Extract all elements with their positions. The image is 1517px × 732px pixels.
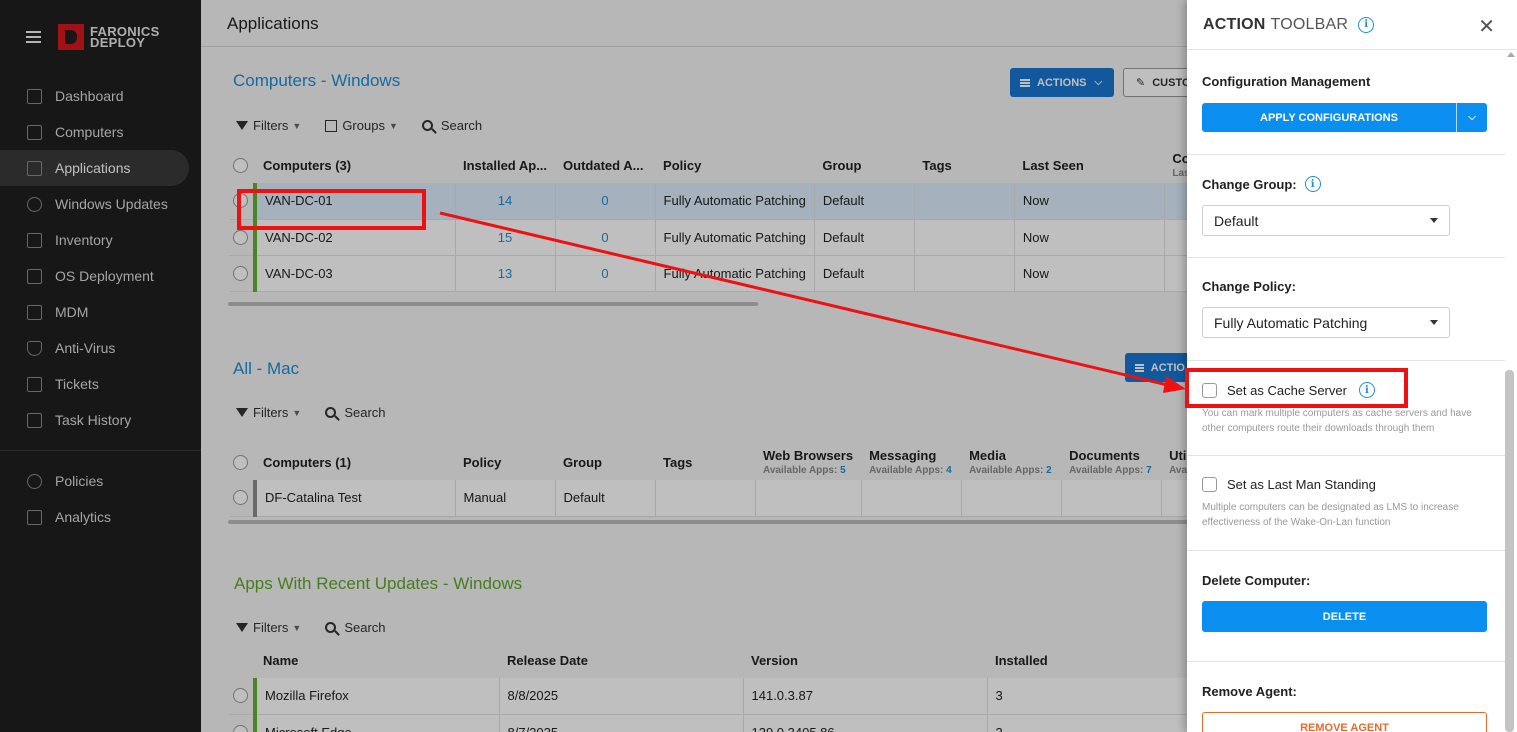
lms-help: Multiple computers can be designated as … (1202, 502, 1459, 528)
config-management-label: Configuration Management (1202, 74, 1371, 89)
remove-agent-section: Remove Agent: REMOVE AGENT (1187, 662, 1505, 732)
config-management-section: Configuration Management APPLY CONFIGURA… (1187, 60, 1505, 155)
change-policy-label: Change Policy: (1202, 279, 1296, 294)
lms-label[interactable]: Set as Last Man Standing (1227, 477, 1376, 492)
apply-configurations-label[interactable]: APPLY CONFIGURATIONS (1202, 103, 1456, 132)
delete-computer-section: Delete Computer: DELETE (1187, 551, 1505, 662)
remove-agent-label: Remove Agent: (1202, 684, 1297, 699)
caret-down-icon (1430, 218, 1438, 223)
change-policy-select[interactable]: Fully Automatic Patching (1202, 307, 1450, 338)
delete-computer-label: Delete Computer: (1202, 573, 1311, 588)
lms-checkbox-row[interactable]: Set as Last Man Standing (1202, 477, 1505, 492)
caret-down-icon (1430, 320, 1438, 325)
apply-configurations-button[interactable]: APPLY CONFIGURATIONS ⌵ (1202, 103, 1487, 132)
action-toolbar-panel: ACTION TOOLBAR i ✕ Configuration Managem… (1187, 0, 1517, 732)
annotation-box-computer (237, 189, 426, 230)
close-icon[interactable]: ✕ (1478, 14, 1495, 39)
delete-button[interactable]: DELETE (1202, 601, 1487, 632)
lms-checkbox[interactable] (1202, 477, 1217, 492)
cache-server-help: You can mark multiple computers as cache… (1202, 408, 1472, 434)
panel-title-bold: ACTION (1203, 15, 1266, 33)
last-man-standing-section: Set as Last Man Standing Multiple comput… (1187, 456, 1505, 551)
chevron-down-icon[interactable]: ⌵ (1456, 103, 1487, 132)
annotation-box-cache-server (1185, 368, 1408, 408)
remove-agent-button[interactable]: REMOVE AGENT (1202, 712, 1487, 732)
panel-scrollbar[interactable] (1505, 370, 1514, 732)
panel-title: TOOLBAR (1270, 15, 1349, 33)
change-group-label: Change Group: i (1202, 176, 1505, 192)
change-group-section: Change Group: i Default (1187, 155, 1505, 258)
scroll-up-icon[interactable] (1507, 52, 1515, 57)
info-icon[interactable]: i (1304, 176, 1321, 192)
panel-header: ACTION TOOLBAR i (1187, 0, 1517, 50)
change-policy-section: Change Policy: Fully Automatic Patching (1187, 258, 1505, 361)
change-group-select[interactable]: Default (1202, 205, 1450, 236)
info-icon[interactable]: i (1358, 16, 1375, 33)
modal-backdrop[interactable] (0, 0, 1187, 732)
